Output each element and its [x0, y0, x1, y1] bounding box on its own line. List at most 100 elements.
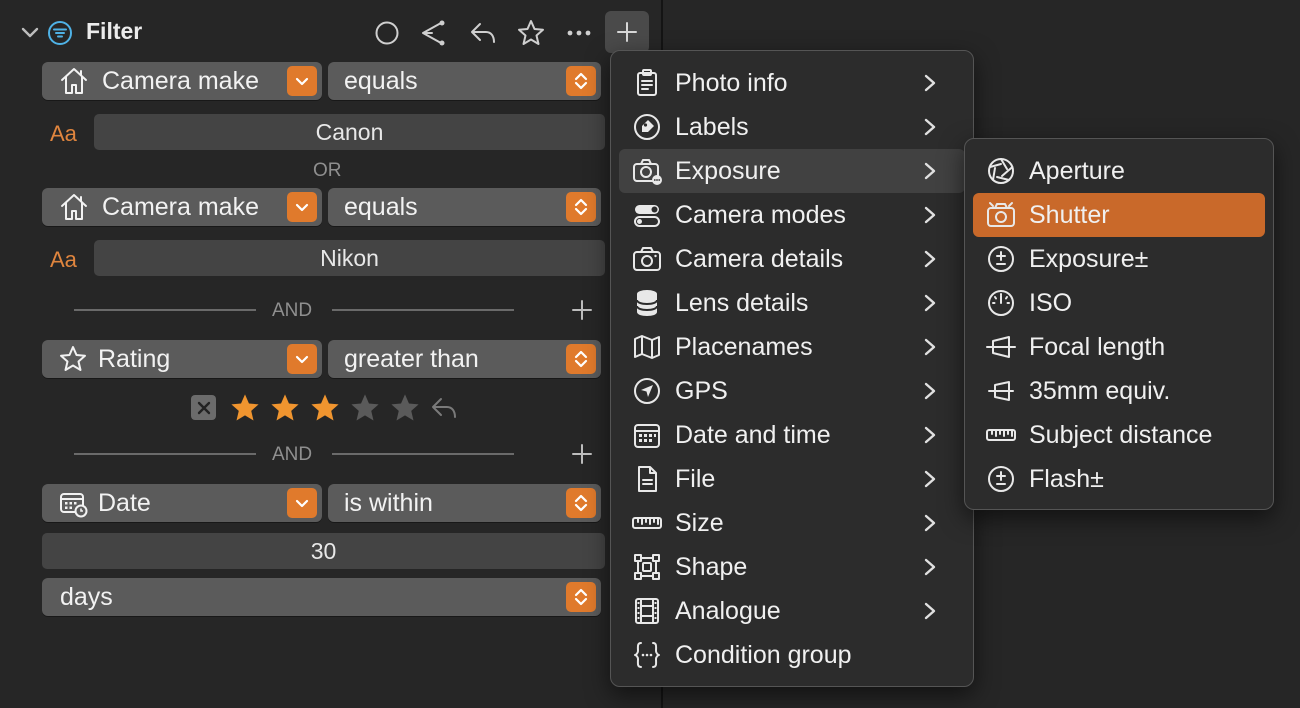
menu-item-shape[interactable]: Shape	[619, 545, 965, 589]
exposure-submenu: Aperture Shutter Exposure± ISO Focal length 3…	[964, 138, 1274, 510]
braces-icon	[629, 637, 665, 673]
operator-label: is within	[344, 488, 433, 517]
days-value-input[interactable]: 30	[42, 533, 605, 569]
add-group-plus-icon[interactable]	[570, 442, 594, 466]
menu-item-label: Labels	[675, 112, 749, 141]
menu-item-label: Focal length	[1029, 332, 1166, 361]
add-group-plus-icon[interactable]	[570, 298, 594, 322]
menu-item-label: Date and time	[675, 420, 831, 449]
share-branch-icon[interactable]	[419, 18, 449, 48]
circle-icon[interactable]	[372, 18, 402, 48]
updown-chevron-icon	[566, 192, 596, 222]
field-select-date[interactable]: Date	[42, 484, 322, 522]
menu-item-camera-details[interactable]: Camera details	[619, 237, 965, 281]
clear-rating-icon[interactable]	[191, 395, 216, 420]
undo-icon[interactable]	[468, 18, 498, 48]
menu-item-label: Photo info	[675, 68, 788, 97]
menu-item-label: Condition group	[675, 640, 852, 669]
toggles-icon	[629, 197, 665, 233]
menu-item-35mm-equiv[interactable]: 35mm equiv.	[973, 369, 1265, 413]
add-condition-button[interactable]	[605, 11, 649, 53]
menu-item-shutter[interactable]: Shutter	[973, 193, 1265, 237]
plus-minus-icon	[983, 461, 1019, 497]
camera-exposure-icon	[629, 153, 665, 189]
menu-item-flash[interactable]: Flash±	[973, 457, 1265, 501]
updown-chevron-icon	[566, 66, 596, 96]
menu-item-file[interactable]: File	[619, 457, 965, 501]
menu-item-label: Camera details	[675, 244, 844, 273]
operator-select-3[interactable]: greater than	[328, 340, 601, 378]
field-label: Camera make	[102, 192, 259, 221]
menu-item-size[interactable]: Size	[619, 501, 965, 545]
menu-item-label: Camera modes	[675, 200, 846, 229]
collapse-chevron-icon[interactable]	[18, 20, 42, 44]
filter-icon	[47, 20, 73, 46]
reset-rating-icon[interactable]	[429, 393, 459, 423]
menu-item-label: Placenames	[675, 332, 813, 361]
ruler-icon	[629, 505, 665, 541]
dropdown-chevron-icon	[287, 66, 317, 96]
menu-item-label: File	[675, 464, 716, 493]
star-outline-icon[interactable]	[516, 18, 546, 48]
menu-item-label: Flash±	[1029, 464, 1104, 493]
focal-equiv-icon	[983, 373, 1019, 409]
operator-select-2[interactable]: equals	[328, 188, 601, 226]
menu-item-subject-distance[interactable]: Subject distance	[973, 413, 1265, 457]
menu-item-focal-length[interactable]: Focal length	[973, 325, 1265, 369]
operator-label: greater than	[344, 344, 479, 373]
plus-minus-icon	[983, 241, 1019, 277]
value-input-nikon[interactable]: Nikon	[94, 240, 605, 276]
menu-item-label: Subject distance	[1029, 420, 1213, 449]
star-empty-icon[interactable]	[348, 391, 382, 425]
panel-title: Filter	[86, 18, 143, 44]
field-select-rating[interactable]: Rating	[42, 340, 322, 378]
menu-item-iso[interactable]: ISO	[973, 281, 1265, 325]
map-icon	[629, 329, 665, 365]
submenu-chevron-icon	[915, 156, 945, 186]
value-input-canon[interactable]: Canon	[94, 114, 605, 150]
menu-item-label: Shutter	[1029, 200, 1110, 229]
menu-item-condition-group[interactable]: Condition group	[619, 633, 965, 677]
rating-stars[interactable]	[228, 391, 422, 425]
menu-item-placenames[interactable]: Placenames	[619, 325, 965, 369]
more-ellipsis-icon[interactable]	[564, 18, 594, 48]
operator-select-1[interactable]: equals	[328, 62, 601, 100]
and-label: AND	[272, 444, 313, 465]
dropdown-chevron-icon	[287, 344, 317, 374]
ruler-icon	[983, 417, 1019, 453]
operator-label: equals	[344, 66, 418, 95]
star-outline-icon	[58, 343, 90, 375]
star-filled-icon[interactable]	[308, 391, 342, 425]
operator-select-4[interactable]: is within	[328, 484, 601, 522]
menu-item-label: Shape	[675, 552, 748, 581]
menu-item-date-and-time[interactable]: Date and time	[619, 413, 965, 457]
tag-icon	[629, 109, 665, 145]
field-select-camera-make-1[interactable]: Camera make	[42, 62, 322, 100]
star-filled-icon[interactable]	[268, 391, 302, 425]
menu-item-camera-modes[interactable]: Camera modes	[619, 193, 965, 237]
submenu-chevron-icon	[915, 376, 945, 406]
menu-item-exposure[interactable]: Exposure±	[973, 237, 1265, 281]
menu-item-labels[interactable]: Labels	[619, 105, 965, 149]
field-select-camera-make-2[interactable]: Camera make	[42, 188, 322, 226]
unit-select[interactable]: days	[42, 578, 601, 616]
submenu-chevron-icon	[915, 244, 945, 274]
star-filled-icon[interactable]	[228, 391, 262, 425]
house-icon	[58, 64, 92, 98]
submenu-chevron-icon	[915, 508, 945, 538]
menu-item-gps[interactable]: GPS	[619, 369, 965, 413]
menu-item-analogue[interactable]: Analogue	[619, 589, 965, 633]
menu-item-exposure[interactable]: Exposure	[619, 149, 965, 193]
menu-item-label: Size	[675, 508, 724, 537]
or-label: OR	[313, 160, 342, 181]
menu-item-aperture[interactable]: Aperture	[973, 149, 1265, 193]
menu-item-photo-info[interactable]: Photo info	[619, 61, 965, 105]
and-label: AND	[272, 300, 313, 321]
unit-label: days	[60, 582, 113, 611]
menu-item-lens-details[interactable]: Lens details	[619, 281, 965, 325]
separator-line	[332, 309, 514, 311]
star-empty-icon[interactable]	[388, 391, 422, 425]
separator-line	[332, 453, 514, 455]
text-type-label: Aa	[50, 121, 77, 146]
menu-item-label: Aperture	[1029, 156, 1125, 185]
